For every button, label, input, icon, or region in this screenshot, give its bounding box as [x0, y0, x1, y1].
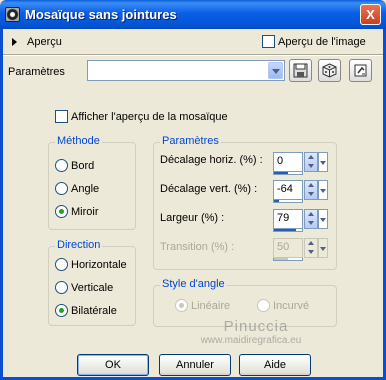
up-down-arrows-icon[interactable]	[304, 238, 318, 258]
radio-label: Miroir	[71, 205, 99, 218]
chevron-down-icon[interactable]	[318, 209, 328, 229]
direction-legend: Direction	[55, 239, 103, 251]
method-legend: Méthode	[55, 135, 102, 147]
save-preset-button[interactable]	[289, 59, 312, 82]
horiz-offset-label: Décalage horiz. (%) :	[160, 154, 263, 166]
expand-arrow-icon	[12, 38, 17, 46]
transition-input[interactable]: 50	[273, 238, 303, 258]
radio-button[interactable]	[55, 281, 68, 294]
radio-label: Incurvé	[273, 299, 310, 312]
dice-icon	[322, 63, 337, 78]
vert-offset-spinner[interactable]: -64	[273, 180, 329, 203]
reset-button[interactable]	[349, 59, 372, 82]
presets-select[interactable]	[87, 60, 285, 81]
transition-label: Transition (%) :	[160, 241, 235, 253]
direction-radio-bilaterale[interactable]: Bilatérale	[55, 304, 117, 317]
radio-button[interactable]	[257, 299, 270, 312]
radio-label: Verticale	[71, 281, 114, 294]
transition-spinner[interactable]: 50	[273, 238, 329, 261]
divider	[3, 54, 383, 56]
chevron-down-icon[interactable]	[268, 62, 283, 79]
level-bar	[273, 200, 303, 203]
level-bar	[273, 258, 303, 261]
radio-label: Angle	[71, 182, 100, 195]
window-title: Mosaïque sans jointures	[25, 7, 177, 22]
close-button[interactable]: X	[360, 4, 381, 25]
ok-button[interactable]: OK	[77, 354, 149, 376]
mosaic-preview-label: Afficher l'aperçu de la mosaïque	[71, 110, 228, 123]
app-icon	[5, 7, 20, 22]
title-bar: Mosaïque sans jointures X	[0, 0, 386, 29]
mosaic-preview-checkbox[interactable]: Afficher l'aperçu de la mosaïque	[55, 110, 228, 123]
width-input[interactable]: 79	[273, 209, 303, 229]
radio-label: Linéaire	[191, 299, 231, 312]
preview-toggle[interactable]: Aperçu	[12, 36, 62, 48]
level-bar	[273, 172, 303, 175]
up-down-arrows-icon[interactable]	[304, 209, 318, 229]
random-button[interactable]	[318, 59, 341, 82]
cancel-button[interactable]: Annuler	[159, 354, 231, 376]
level-fill	[274, 172, 288, 174]
watermark-name: Pinuccia	[223, 318, 289, 335]
angle-style-radio-incurve[interactable]: Incurvé	[257, 299, 309, 312]
watermark: Pinuccia www.maidiregrafica.eu	[176, 318, 336, 346]
up-down-arrows-icon[interactable]	[304, 152, 318, 172]
vert-offset-label: Décalage vert. (%) :	[160, 183, 258, 195]
width-spinner[interactable]: 79	[273, 209, 329, 232]
up-down-arrows-icon[interactable]	[304, 180, 318, 200]
radio-label: Horizontale	[71, 258, 127, 271]
presets-label: Paramètres	[8, 66, 65, 78]
radio-button[interactable]	[55, 258, 68, 271]
angle-style-radio-lineaire[interactable]: Linéaire	[175, 299, 230, 312]
image-preview-check[interactable]	[262, 35, 275, 48]
reset-icon	[354, 64, 367, 77]
radio-button-selected[interactable]	[175, 299, 188, 312]
help-button[interactable]: Aide	[239, 354, 311, 376]
radio-label: Bord	[71, 159, 95, 172]
radio-button[interactable]	[55, 159, 68, 172]
radio-button-selected[interactable]	[55, 205, 68, 218]
direction-radio-horizontale[interactable]: Horizontale	[55, 258, 127, 271]
radio-label: Bilatérale	[71, 304, 117, 317]
parameters-legend: Paramètres	[160, 135, 221, 147]
chevron-down-icon[interactable]	[318, 180, 328, 200]
level-fill	[274, 258, 288, 260]
method-radio-miroir[interactable]: Miroir	[55, 205, 99, 218]
level-bar	[273, 229, 303, 232]
floppy-disk-icon	[293, 63, 308, 78]
direction-radio-verticale[interactable]: Verticale	[55, 281, 113, 294]
radio-button[interactable]	[55, 182, 68, 195]
image-preview-checkbox[interactable]: Aperçu de l'image	[262, 35, 366, 48]
radio-button-selected[interactable]	[55, 304, 68, 317]
horiz-offset-spinner[interactable]: 0	[273, 152, 329, 175]
level-fill	[274, 229, 297, 231]
image-preview-label: Aperçu de l'image	[278, 35, 366, 48]
angle-style-legend: Style d'angle	[160, 278, 227, 290]
preview-toggle-label: Aperçu	[27, 36, 62, 48]
horiz-offset-input[interactable]: 0	[273, 152, 303, 172]
chevron-down-icon[interactable]	[318, 152, 328, 172]
width-label: Largeur (%) :	[160, 212, 225, 224]
watermark-url: www.maidiregrafica.eu	[200, 335, 302, 346]
vert-offset-input[interactable]: -64	[273, 180, 303, 200]
method-radio-angle[interactable]: Angle	[55, 182, 99, 195]
level-fill	[274, 200, 280, 202]
mosaic-preview-check[interactable]	[55, 110, 68, 123]
method-radio-bord[interactable]: Bord	[55, 159, 94, 172]
chevron-down-icon[interactable]	[318, 238, 328, 258]
